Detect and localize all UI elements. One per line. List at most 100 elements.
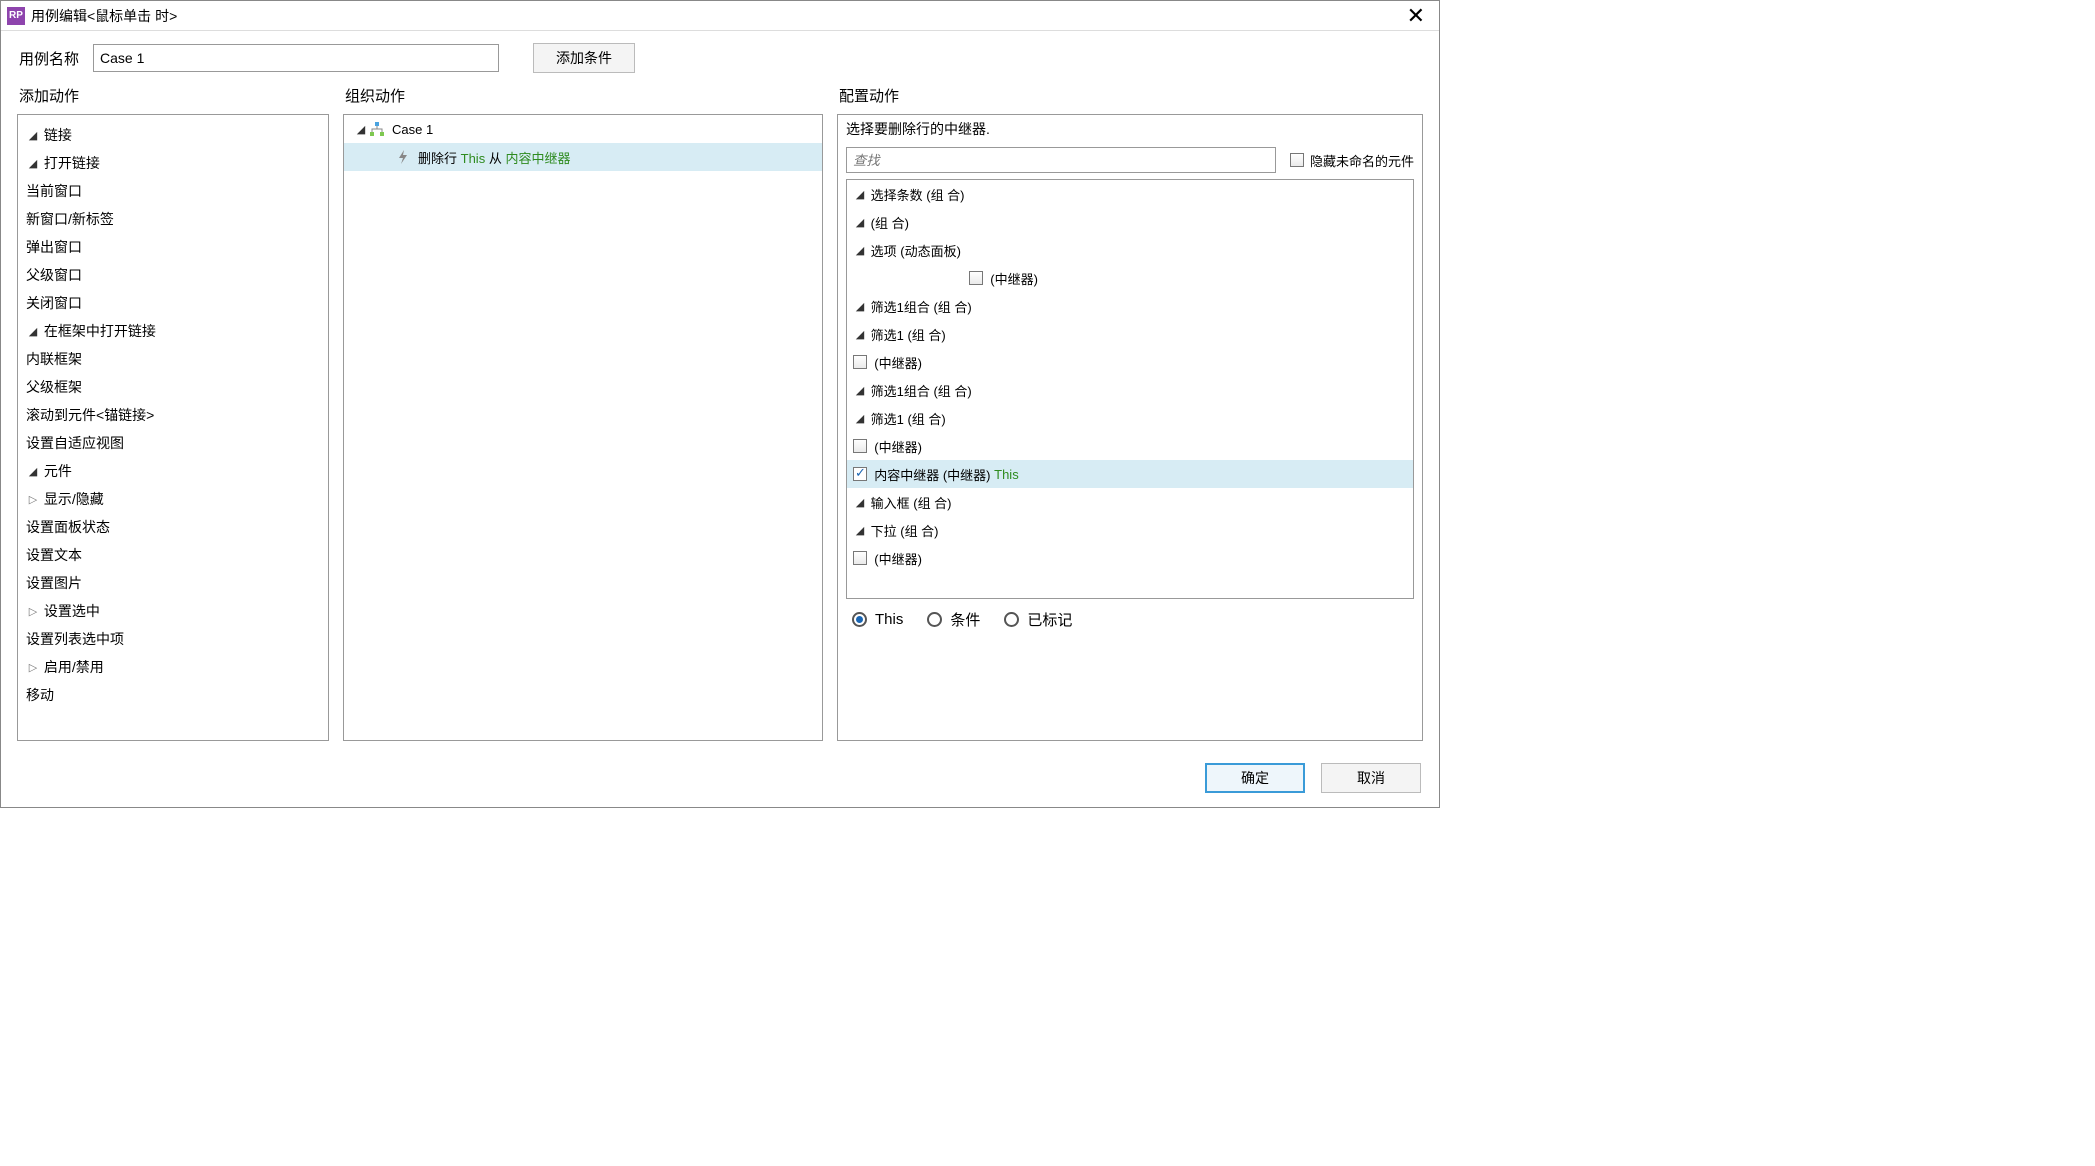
tree-label: 父级窗口 [26,265,82,285]
radio-icon [927,612,942,627]
tree-label: 当前窗口 [26,181,82,201]
checkbox-icon [969,271,983,285]
tree-node-selcount[interactable]: 选择条数 (组 合) [847,180,1413,208]
hide-unnamed-label: 隐藏未命名的元件 [1310,151,1414,170]
tree-label: 设置自适应视图 [26,433,124,453]
tree-node-enable[interactable]: 启用/禁用 [20,653,326,681]
tree-leaf-content-repeater[interactable]: 内容中继器 (中继器) This [847,460,1413,488]
tree-node-filt1grp-b[interactable]: 筛选1组合 (组 合) [847,376,1413,404]
add-condition-button[interactable]: 添加条件 [533,43,635,73]
tree-node-set-selected[interactable]: 设置选中 [20,597,326,625]
case-editor-dialog: RP 用例编辑<鼠标单击 时> ✕ 用例名称 添加条件 添加动作 链接 打开链接… [0,0,1440,808]
triangle-icon [853,300,867,313]
this-badge: This [994,467,1019,482]
tree-label: 选项 (动态面板) [871,241,961,260]
tree-leaf-repeater-4[interactable]: (中继器) [847,544,1413,572]
tree-label: (中继器) [874,437,922,456]
dialog-title: 用例编辑<鼠标单击 时> [31,6,177,26]
tree-label: (中继器) [990,269,1038,288]
tree-node-show-hide[interactable]: 显示/隐藏 [20,485,326,513]
radio-label: 条件 [950,609,980,630]
tree-label: 筛选1组合 (组 合) [871,297,972,316]
organize-panel: Case 1 删除行 This 从 内容中继器 [343,114,823,741]
tree-leaf-scroll-to[interactable]: 滚动到元件<锚链接> [20,401,326,429]
triangle-icon [26,661,40,674]
tree-leaf-set-adaptive[interactable]: 设置自适应视图 [20,429,326,457]
tree-leaf-parent-window[interactable]: 父级窗口 [20,261,326,289]
tree-leaf-repeater-2[interactable]: (中继器) [847,348,1413,376]
tree-label: 内容中继器 (中继器) [874,465,990,484]
tree-leaf-popup-window[interactable]: 弹出窗口 [20,233,326,261]
tree-leaf-close-window[interactable]: 关闭窗口 [20,289,326,317]
radio-condition[interactable]: 条件 [927,609,980,630]
tree-label: 在框架中打开链接 [44,321,156,341]
triangle-icon [26,465,40,478]
action-tree: 链接 打开链接 当前窗口 新窗口/新标签 弹出窗口 父级窗口 关闭窗口 在框架中… [18,115,328,715]
from-word: 从 [489,151,502,166]
tree-node-group[interactable]: (组 合) [847,208,1413,236]
case-row[interactable]: Case 1 [344,115,822,143]
tree-leaf-repeater-1[interactable]: (中继器) [847,264,1413,292]
case-name-row: 用例名称 添加条件 [1,31,1439,79]
add-action-header: 添加动作 [17,79,329,114]
tree-leaf-repeater-3[interactable]: (中继器) [847,432,1413,460]
tree-node-filt1grp-a[interactable]: 筛选1组合 (组 合) [847,292,1413,320]
tree-label: 下拉 (组 合) [871,521,939,540]
action-row[interactable]: 删除行 This 从 内容中继器 [344,143,822,171]
delete-mode-radios: This 条件 已标记 [838,599,1422,640]
tree-leaf-set-panel[interactable]: 设置面板状态 [20,513,326,541]
triangle-icon [853,188,867,201]
case-name-input[interactable] [93,44,499,72]
tree-leaf-set-text[interactable]: 设置文本 [20,541,326,569]
tree-node-open-link[interactable]: 打开链接 [20,149,326,177]
tree-label: 滚动到元件<锚链接> [26,405,154,425]
search-input[interactable] [846,147,1276,173]
tree-node-open-in-frame[interactable]: 在框架中打开链接 [20,317,326,345]
tree-label: 输入框 (组 合) [871,493,952,512]
tree-node-filt1-b[interactable]: 筛选1 (组 合) [847,404,1413,432]
case-name-label: 用例名称 [19,48,79,69]
tree-leaf-parent-frame[interactable]: 父级框架 [20,373,326,401]
triangle-icon [26,605,40,618]
tree-label: 打开链接 [44,153,100,173]
target-word: 内容中继器 [505,151,570,166]
tree-leaf-set-image[interactable]: 设置图片 [20,569,326,597]
tree-label: 父级框架 [26,377,82,397]
case-icon [368,120,386,138]
tree-label: 筛选1 (组 合) [871,409,946,428]
tree-label: 内联框架 [26,349,82,369]
tree-label: (中继器) [874,549,922,568]
triangle-icon [853,244,867,257]
radio-this[interactable]: This [852,611,903,628]
radio-icon [852,612,867,627]
tree-leaf-new-window[interactable]: 新窗口/新标签 [20,205,326,233]
tree-node-filt1-a[interactable]: 筛选1 (组 合) [847,320,1413,348]
tree-leaf-inline-frame[interactable]: 内联框架 [20,345,326,373]
tree-label: 筛选1组合 (组 合) [871,381,972,400]
close-icon[interactable]: ✕ [1399,3,1433,29]
tree-node-input[interactable]: 输入框 (组 合) [847,488,1413,516]
tree-leaf-current-window[interactable]: 当前窗口 [20,177,326,205]
tree-leaf-set-list-sel[interactable]: 设置列表选中项 [20,625,326,653]
checkbox-icon [1290,153,1304,167]
this-word: This [461,151,486,166]
radio-label: This [875,611,903,628]
tree-node-option[interactable]: 选项 (动态面板) [847,236,1413,264]
tree-node-widgets[interactable]: 元件 [20,457,326,485]
tree-label: 筛选1 (组 合) [871,325,946,344]
hide-unnamed-toggle[interactable]: 隐藏未命名的元件 [1290,151,1414,170]
triangle-icon [853,216,867,229]
cancel-button[interactable]: 取消 [1321,763,1421,793]
tree-leaf-move[interactable]: 移动 [20,681,326,709]
checkbox-icon [853,355,867,369]
app-icon: RP [7,7,25,25]
radio-icon [1004,612,1019,627]
tree-label: 设置面板状态 [26,517,110,537]
ok-button[interactable]: 确定 [1205,763,1305,793]
triangle-icon [853,328,867,341]
action-tree-panel: 链接 打开链接 当前窗口 新窗口/新标签 弹出窗口 父级窗口 关闭窗口 在框架中… [17,114,329,741]
radio-marked[interactable]: 已标记 [1004,609,1072,630]
tree-node-links[interactable]: 链接 [20,121,326,149]
tree-label: 新窗口/新标签 [26,209,114,229]
tree-node-dropdown[interactable]: 下拉 (组 合) [847,516,1413,544]
